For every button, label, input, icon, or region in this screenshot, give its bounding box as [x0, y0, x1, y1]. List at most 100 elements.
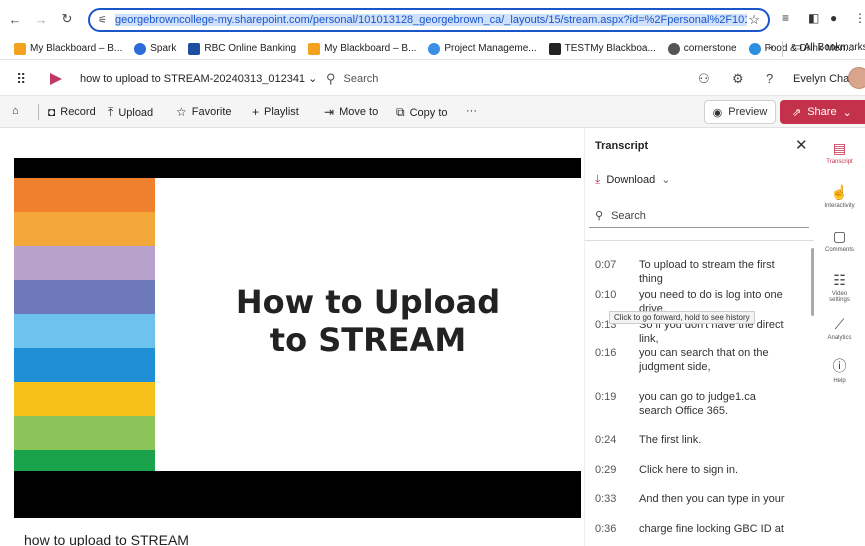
download-icon: ⤓ [595, 172, 601, 186]
help-icon[interactable]: ? [766, 71, 773, 86]
app-launcher-icon[interactable]: ⠿ [16, 71, 26, 88]
eye-icon: ◉ [712, 106, 723, 119]
star-icon: ☆ [176, 105, 187, 119]
profile-icon[interactable]: ● [830, 11, 837, 25]
search-input[interactable]: ⚲ Search [318, 67, 574, 91]
transcript-timestamp: 0:24 [595, 434, 617, 446]
color-stripe [14, 178, 155, 212]
transcript-entry[interactable]: 0:19 you can go to judge1.ca search Offic… [595, 390, 805, 418]
more-actions-button[interactable]: ··· [466, 105, 477, 117]
bookmark-star-icon[interactable]: ☆ [748, 12, 760, 28]
rail-transcript-button[interactable]: ▤ Transcript [814, 140, 865, 165]
bookmark-item[interactable]: Spark [134, 42, 176, 55]
bookmarks-overflow-button[interactable]: » [768, 42, 774, 53]
rail-interactivity-button[interactable]: ☝ Interactivity [814, 184, 865, 209]
rail-analytics-button[interactable]: ⟋ Analytics [814, 316, 865, 341]
document-title[interactable]: how to upload to STREAM-20240313_012341 … [80, 72, 317, 85]
transcript-entry[interactable]: 0:29 Click here to sign in. [595, 463, 805, 477]
bookmark-item[interactable]: TESTMy Blackboa... [548, 42, 656, 55]
transcript-entry[interactable]: 0:16 you can search that on the judgment … [595, 346, 805, 374]
bookmark-favicon [748, 42, 761, 55]
right-rail: ▤ Transcript ☝ Interactivity ▢ Comments ☷ Vi… [814, 128, 865, 546]
chevron-down-icon: ⌄ [308, 73, 318, 85]
bookmark-item[interactable]: cornerstone [667, 42, 737, 55]
people-icon[interactable]: ⚇ [698, 71, 710, 87]
folder-icon: ▭ [792, 42, 804, 53]
stream-logo-icon[interactable] [50, 73, 62, 85]
rail-label: Interactivity [824, 203, 855, 209]
bookmark-item[interactable]: Project Manageme... [428, 42, 537, 55]
all-bookmarks-button[interactable]: ▭ All Bookmarks [792, 42, 865, 53]
color-stripe [14, 246, 155, 280]
search-placeholder: Search [343, 73, 379, 85]
transcript-entry[interactable]: 0:24 The first link. [595, 433, 805, 447]
bookmark-favicon [548, 42, 561, 55]
transcript-search-input[interactable]: ⚲ Search [589, 204, 809, 228]
back-icon[interactable]: ← [4, 12, 26, 27]
sidepanel-icon[interactable]: ◧ [808, 11, 819, 25]
bookmark-favicon [667, 42, 680, 55]
bookmarks-bar: My Blackboard – B... Spark RBC Online Ba… [0, 38, 865, 60]
copy-to-button[interactable]: ⧉ Copy to [396, 105, 448, 120]
divider [585, 240, 815, 241]
forward-icon[interactable]: → [30, 12, 52, 27]
playlist-label: Playlist [264, 106, 299, 118]
close-icon[interactable]: ✕ [795, 136, 808, 154]
rail-video-settings-button[interactable]: ☷ Video settings [814, 272, 865, 303]
url-text[interactable]: georgebrowncollege-my.sharepoint.com/per… [114, 14, 747, 26]
download-button[interactable]: ⤓ Download ⌄ [595, 172, 670, 187]
copy-icon: ⧉ [396, 105, 405, 119]
favorite-button[interactable]: ☆ Favorite [176, 105, 232, 119]
share-icon: ⇗ [792, 106, 802, 119]
rail-help-button[interactable]: ⓘ Help [814, 356, 865, 384]
transcript-timestamp: 0:07 [595, 259, 617, 271]
site-info-icon[interactable]: ⚟ [98, 15, 107, 26]
bookmark-item[interactable]: RBC Online Banking [188, 42, 296, 55]
avatar[interactable] [848, 67, 865, 89]
bookmark-item[interactable]: My Blackboard – B... [14, 42, 122, 55]
interactivity-icon: ☝ [830, 184, 849, 200]
video-title: how to upload to STREAM [24, 532, 189, 546]
upload-label: Upload [118, 106, 154, 119]
rail-comments-button[interactable]: ▢ Comments [814, 228, 865, 253]
menu-icon[interactable]: ⋮ [854, 11, 865, 25]
document-title-text: how to upload to STREAM-20240313_012341 [80, 73, 306, 85]
bookmark-favicon [308, 42, 321, 55]
reload-icon[interactable]: ↻ [56, 11, 78, 27]
share-button[interactable]: ⇗ Share ⌄ [780, 100, 865, 124]
home-icon[interactable]: ⌂ [12, 105, 19, 117]
transcript-icon: ▤ [832, 140, 847, 156]
bookmark-favicon [428, 42, 441, 55]
user-name[interactable]: Evelyn Chan [793, 73, 855, 85]
command-divider [38, 104, 39, 120]
share-label: Share [807, 106, 837, 118]
record-button[interactable]: ◘ Record [48, 105, 96, 119]
copy-to-label: Copy to [409, 106, 448, 119]
media-control-icon[interactable]: ≡ [782, 11, 789, 25]
favorite-label: Favorite [191, 106, 232, 118]
move-to-button[interactable]: ⇥ Move to [324, 105, 378, 119]
preview-button[interactable]: ◉ Preview [704, 100, 776, 124]
command-bar: ⌂ ◘ Record ⤒ Upload ☆ Favorite + Playlist ⇥ M… [0, 96, 865, 128]
transcript-entry[interactable]: 0:36 charge fine locking GBC ID at [595, 522, 805, 536]
chevron-down-icon: ⌄ [661, 174, 671, 186]
app-header: ⠿ how to upload to STREAM-20240313_01234… [0, 62, 865, 96]
bookmark-item[interactable]: My Blackboard – B... [308, 42, 416, 55]
rail-label: settings [829, 297, 850, 303]
color-stripe [14, 348, 155, 382]
playlist-button[interactable]: + Playlist [252, 105, 299, 119]
address-bar[interactable]: ⚟ georgebrowncollege-my.sharepoint.com/p… [88, 8, 770, 32]
transcript-entry[interactable]: 0:33 And then you can type in your [595, 492, 805, 506]
transcript-entry[interactable]: 0:07 To upload to stream the first thing [595, 258, 805, 286]
upload-button[interactable]: ⤒ Upload [108, 105, 153, 120]
video-player[interactable]: How to Upload to STREAM [14, 158, 581, 518]
transcript-text: Click here to sign in. [639, 464, 739, 476]
transcript-text: The first link. [639, 434, 702, 446]
bookmarks-divider [782, 41, 783, 57]
color-stripe [14, 416, 155, 450]
all-bookmarks-label: All Bookmarks [803, 42, 865, 53]
transcript-timestamp: 0:19 [595, 391, 617, 403]
settings-gear-icon[interactable]: ⚙ [732, 71, 744, 87]
bookmark-favicon [188, 42, 201, 55]
transcript-timestamp: 0:33 [595, 493, 617, 505]
